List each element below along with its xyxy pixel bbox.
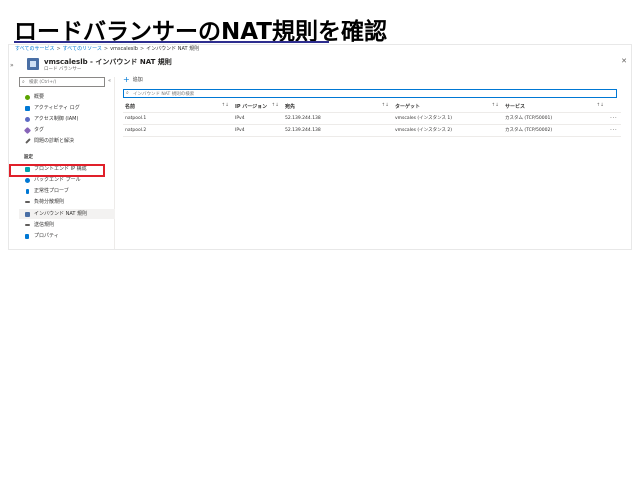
sort-icon: ↑↓ — [491, 103, 499, 108]
table-header-row: 名前 ↑↓ IP バージョン ↑↓ 宛先 ↑↓ ターゲット ↑↓ サービス ↑↓ — [123, 101, 621, 113]
column-header-name[interactable]: 名前 ↑↓ — [123, 101, 233, 113]
column-header-label: サービス — [505, 103, 526, 110]
main-content: +追加 ⌕ 名前↑↓ IP バージョン↑↓ 宛先↑↓ ターゲット↑↓ サービス↑… — [123, 75, 627, 245]
column-header-label: 宛先 — [285, 103, 296, 110]
column-header-destination[interactable]: 宛先 ↑↓ — [283, 101, 393, 113]
tag-icon — [23, 126, 32, 134]
sidebar-item-label: 正常性プローブ — [34, 188, 69, 194]
sidebar-item-activity-log[interactable]: アクティビティ ログ — [19, 103, 115, 113]
search-icon: ⌕ — [126, 90, 129, 96]
cell-destination: 52.139.244.138 — [283, 112, 393, 125]
wrench-icon — [25, 138, 31, 144]
cell-service: カスタム (TCP/50002) — [503, 124, 608, 137]
row-more-icon[interactable]: ··· — [608, 124, 621, 137]
sidebar-item-outbound-rules[interactable]: 送信規則 — [19, 220, 115, 230]
health-probe-icon — [26, 188, 29, 194]
activity-log-icon — [25, 105, 30, 111]
load-balancer-icon — [27, 58, 39, 70]
sort-icon: ↑↓ — [271, 103, 279, 108]
settings-section-header: 設定 — [24, 155, 33, 160]
breadcrumb: すべてのサービス > すべてのリソース > vmscaleslb > インバウンド NAT … — [15, 45, 199, 54]
column-header-label: IP バージョン — [235, 103, 268, 110]
iam-icon — [25, 116, 30, 122]
sort-icon: ↑↓ — [596, 103, 604, 108]
table-row[interactable]: natpool.2 IPv4 52.139.244.138 vmscales (… — [123, 124, 621, 137]
cell-name: natpool.1 — [123, 112, 233, 125]
sidebar-item-health-probes[interactable]: 正常性プローブ — [19, 186, 115, 196]
sidebar-item-label: プロパティ — [34, 233, 59, 239]
resource-subtitle: ロード バランサー — [44, 67, 82, 72]
title-underline — [14, 41, 329, 43]
column-header-target[interactable]: ターゲット ↑↓ — [393, 101, 503, 113]
lb-rules-icon — [25, 201, 30, 203]
resource-header: vmscaleslb - インバウンド NAT 規則 ロード バランサー ✕ — [27, 56, 627, 76]
properties-icon — [25, 233, 29, 239]
breadcrumb-separator: > — [103, 46, 109, 52]
column-header-actions — [608, 101, 621, 113]
sidebar-item-label: アクセス制御 (IAM) — [34, 116, 79, 122]
sidebar-item-label: 送信規則 — [34, 222, 55, 228]
column-header-ip-version[interactable]: IP バージョン ↑↓ — [233, 101, 283, 113]
azure-portal-window: すべてのサービス > すべてのリソース > vmscaleslb > インバウンド NAT … — [8, 44, 632, 250]
sidebar-item-iam[interactable]: アクセス制御 (IAM) — [19, 114, 115, 124]
add-button-label: 追加 — [132, 77, 143, 83]
sidebar-item-inbound-nat[interactable]: インバウンド NAT 規則 — [19, 209, 115, 219]
sidebar-item-properties[interactable]: プロパティ — [19, 231, 115, 241]
breadcrumb-separator: > — [56, 46, 61, 52]
overview-icon — [25, 94, 30, 100]
sidebar-item-label: タグ — [34, 127, 45, 133]
menu-search-input[interactable] — [29, 79, 103, 86]
search-icon: ⌕ — [22, 79, 25, 85]
inbound-nat-icon — [25, 211, 30, 217]
sidebar-item-label: インバウンド NAT 規則 — [34, 211, 88, 217]
sort-icon: ↑↓ — [381, 103, 389, 108]
sidebar-item-label: アクティビティ ログ — [34, 105, 80, 111]
outbound-rules-icon — [25, 224, 30, 226]
sort-icon: ↑↓ — [221, 103, 229, 108]
cell-service: カスタム (TCP/50001) — [503, 112, 608, 125]
column-header-label: 名前 — [125, 103, 136, 110]
sidebar-item-tags[interactable]: タグ — [19, 125, 115, 135]
cell-name: natpool.2 — [123, 124, 233, 137]
resource-menu: ⌕ « 概要 アクティビティ ログ アクセス制御 (IAM) タグ 問題の診断と… — [19, 77, 115, 249]
close-icon[interactable]: ✕ — [621, 57, 627, 65]
cell-ip-version: IPv4 — [233, 112, 283, 125]
cell-target: vmscales (インスタンス 1) — [393, 112, 503, 125]
sidebar-item-label: 概要 — [34, 94, 45, 100]
nat-rules-table: 名前 ↑↓ IP バージョン ↑↓ 宛先 ↑↓ ターゲット ↑↓ サービス ↑↓ natp… — [123, 101, 621, 137]
cell-destination: 52.139.244.138 — [283, 124, 393, 137]
sidebar-item-label: 問題の診断と解決 — [34, 138, 75, 144]
breadcrumb-all-services[interactable]: すべてのサービス — [15, 46, 54, 52]
column-header-label: ターゲット — [395, 103, 421, 110]
highlight-box — [9, 164, 105, 177]
breadcrumb-resource[interactable]: vmscaleslb — [110, 46, 138, 52]
breadcrumb-current: インバウンド NAT 規則 — [146, 46, 200, 52]
sidebar-item-label: 負荷分散規則 — [34, 199, 65, 205]
nat-rule-search-input[interactable] — [133, 91, 603, 97]
column-header-service[interactable]: サービス ↑↓ — [503, 101, 608, 113]
menu-search-box[interactable]: ⌕ — [19, 77, 105, 87]
filter-box[interactable]: ⌕ — [123, 89, 617, 98]
breadcrumb-separator: > — [139, 46, 145, 52]
sidebar-item-lb-rules[interactable]: 負荷分散規則 — [19, 197, 115, 207]
sidebar-item-diagnose[interactable]: 問題の診断と解決 — [19, 136, 115, 146]
collapse-menu-icon[interactable]: « — [108, 78, 111, 84]
row-more-icon[interactable]: ··· — [608, 112, 621, 125]
table-row[interactable]: natpool.1 IPv4 52.139.244.138 vmscales (… — [123, 112, 621, 125]
cell-ip-version: IPv4 — [233, 124, 283, 137]
cell-target: vmscales (インスタンス 2) — [393, 124, 503, 137]
sidebar-item-overview[interactable]: 概要 — [19, 92, 115, 102]
breadcrumb-all-resources[interactable]: すべてのリソース — [63, 46, 102, 52]
add-button[interactable]: + 追加 — [123, 75, 143, 84]
backend-pool-icon — [25, 177, 30, 183]
plus-icon: + — [123, 75, 130, 84]
expand-nav-icon[interactable]: » — [10, 62, 14, 69]
